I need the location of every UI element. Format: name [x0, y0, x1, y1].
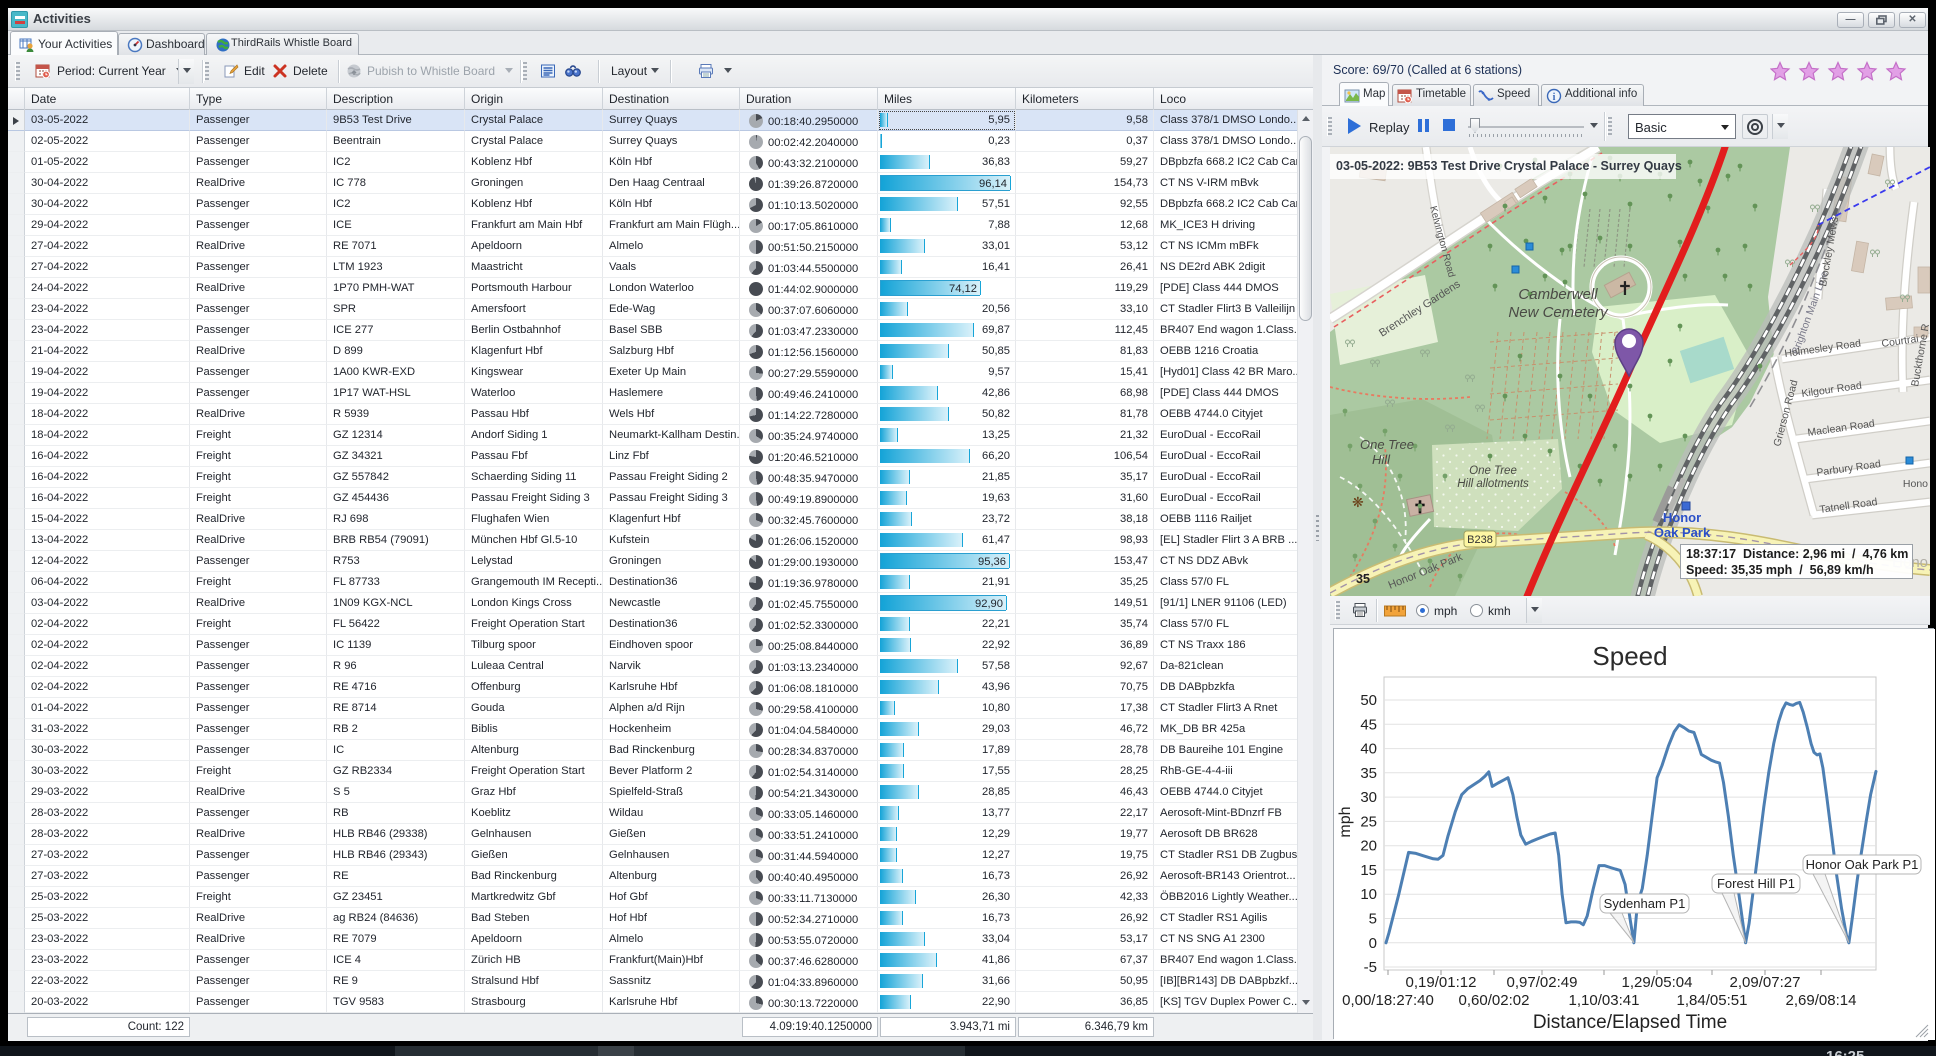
svg-text:45: 45 — [1360, 716, 1377, 733]
svg-text:0,00/18:27:40: 0,00/18:27:40 — [1342, 992, 1434, 1009]
svg-text:5: 5 — [1369, 911, 1377, 928]
svg-text:30: 30 — [1360, 789, 1377, 806]
svg-text:20: 20 — [1360, 838, 1377, 855]
svg-text:35: 35 — [1356, 572, 1370, 586]
svg-text:Honor: Honor — [1663, 510, 1701, 525]
svg-text:Forest Hill P1: Forest Hill P1 — [1717, 876, 1795, 891]
svg-text:1,84/05:51: 1,84/05:51 — [1677, 992, 1748, 1009]
svg-text:1,29/05:04: 1,29/05:04 — [1622, 974, 1693, 991]
svg-text:1,10/03:41: 1,10/03:41 — [1569, 992, 1640, 1009]
svg-text:Oak Park: Oak Park — [1654, 525, 1711, 540]
svg-text:Speed: Speed — [1592, 641, 1667, 671]
svg-text:0: 0 — [1369, 935, 1377, 952]
svg-text:Honor Oak Park P1: Honor Oak Park P1 — [1806, 857, 1919, 872]
svg-text:2,09/07:27: 2,09/07:27 — [1730, 974, 1801, 991]
svg-text:Sydenham P1: Sydenham P1 — [1604, 896, 1686, 911]
svg-text:35: 35 — [1360, 765, 1377, 782]
svg-text:Hono: Hono — [1903, 478, 1928, 490]
svg-text:10: 10 — [1360, 886, 1377, 903]
svg-text:50: 50 — [1360, 692, 1377, 709]
svg-text:Camberwell: Camberwell — [1518, 286, 1598, 303]
svg-text:0,60/02:02: 0,60/02:02 — [1459, 992, 1530, 1009]
svg-text:25: 25 — [1360, 813, 1377, 830]
svg-text:Hill: Hill — [1372, 452, 1391, 467]
svg-text:One Tree: One Tree — [1360, 437, 1414, 452]
svg-text:i: i — [1553, 92, 1556, 103]
svg-text:Distance/Elapsed Time: Distance/Elapsed Time — [1533, 1012, 1727, 1033]
svg-text:-5: -5 — [1364, 959, 1377, 976]
svg-text:Hill allotments: Hill allotments — [1457, 478, 1529, 490]
svg-text:❋: ❋ — [1352, 494, 1364, 510]
svg-text:B238: B238 — [1467, 534, 1493, 546]
svg-text:New Cemetery: New Cemetery — [1508, 304, 1609, 321]
svg-text:40: 40 — [1360, 741, 1377, 758]
svg-text:0,19/01:12: 0,19/01:12 — [1406, 974, 1477, 991]
svg-text:One Tree: One Tree — [1469, 465, 1517, 477]
svg-text:15: 15 — [1360, 862, 1377, 879]
svg-text:2,69/08:14: 2,69/08:14 — [1786, 992, 1857, 1009]
svg-text:mph: mph — [1337, 806, 1354, 837]
svg-text:✝: ✝ — [1617, 279, 1633, 300]
svg-text:0,97/02:49: 0,97/02:49 — [1507, 974, 1578, 991]
